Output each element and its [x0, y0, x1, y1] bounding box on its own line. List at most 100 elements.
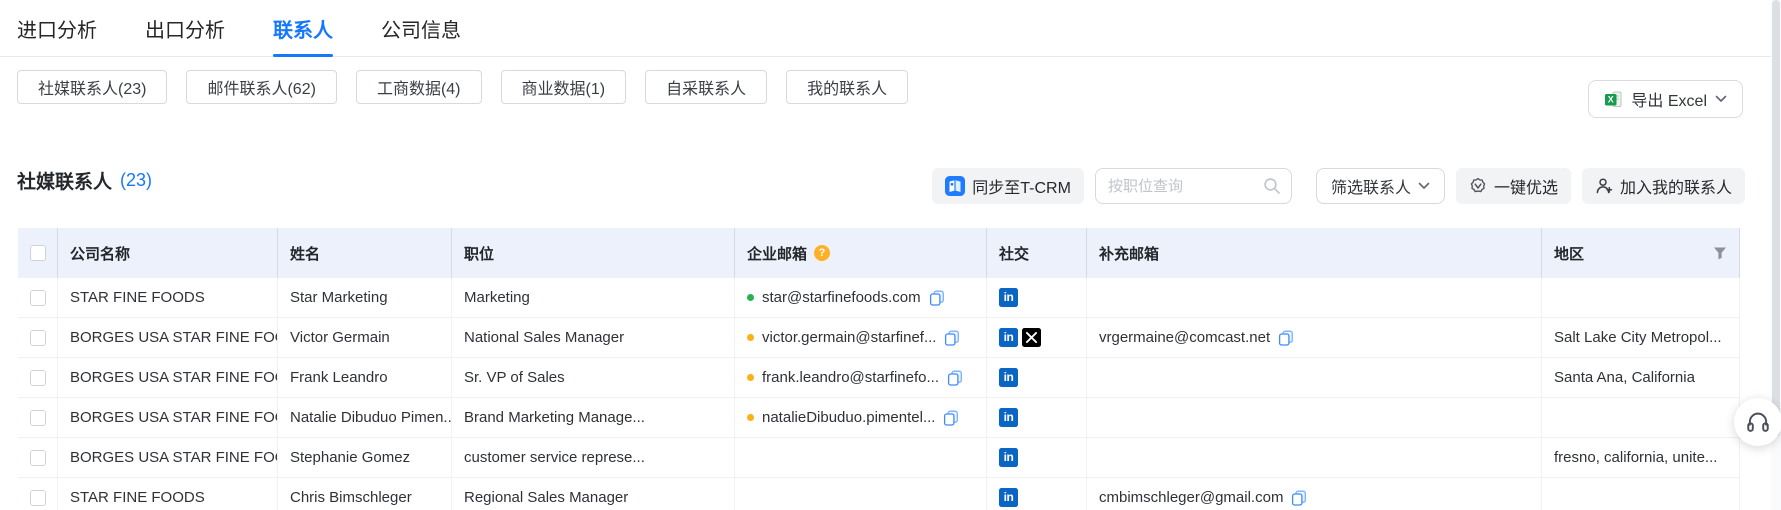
- cell-social: in: [987, 278, 1087, 317]
- row-checkbox[interactable]: [30, 290, 46, 306]
- cell-title: Regional Sales Manager: [452, 478, 735, 510]
- cell-email: [735, 478, 987, 510]
- cell-email: frank.leandro@starfinefo...: [735, 358, 987, 397]
- filter-button-1[interactable]: 邮件联系人(62): [186, 70, 336, 104]
- tab-2[interactable]: 联系人: [273, 0, 333, 56]
- tab-3[interactable]: 公司信息: [381, 0, 461, 56]
- filter-button-3[interactable]: 商业数据(1): [501, 70, 627, 104]
- cell-company: BORGES USA STAR FINE FOODS: [58, 358, 278, 397]
- table-row: STAR FINE FOODS Star Marketing Marketing…: [18, 278, 1740, 318]
- column-header-email: 企业邮箱 ?: [735, 228, 987, 278]
- linkedin-icon[interactable]: in: [999, 448, 1018, 467]
- cell-name: Natalie Dibuduo Pimen...: [278, 398, 452, 437]
- cell-title: customer service represe...: [452, 438, 735, 477]
- search-icon[interactable]: [1263, 177, 1281, 195]
- row-checkbox[interactable]: [30, 450, 46, 466]
- tab-bar: 进口分析出口分析联系人公司信息: [0, 0, 1781, 57]
- column-header-alt-email: 补充邮箱: [1087, 228, 1542, 278]
- cell-company: BORGES USA STAR FINE FOODS: [58, 398, 278, 437]
- one-click-optimize-button[interactable]: 一键优选: [1456, 168, 1571, 204]
- customer-service-button[interactable]: [1734, 398, 1781, 446]
- table-row: STAR FINE FOODS Chris Bimschleger Region…: [18, 478, 1740, 510]
- export-excel-button[interactable]: X 导出 Excel: [1588, 80, 1743, 118]
- select-all-checkbox[interactable]: [30, 245, 46, 261]
- cell-email: [735, 438, 987, 477]
- linkedin-icon[interactable]: in: [999, 368, 1018, 387]
- search-input[interactable]: [1106, 177, 1263, 196]
- chevron-down-icon: [1418, 182, 1430, 190]
- row-checkbox[interactable]: [30, 370, 46, 386]
- row-checkbox[interactable]: [30, 410, 46, 426]
- alt-email-text: cmbimschleger@gmail.com: [1099, 489, 1283, 506]
- linkedin-icon[interactable]: in: [999, 328, 1018, 347]
- section-title-text: 社媒联系人: [17, 167, 112, 194]
- scrollbar-thumb[interactable]: [1772, 0, 1780, 437]
- cell-region: [1542, 398, 1740, 437]
- cell-alt-email: [1087, 278, 1542, 317]
- cell-region: [1542, 478, 1740, 510]
- excel-icon: X: [1604, 90, 1623, 109]
- column-header-company: 公司名称: [58, 228, 278, 278]
- cell-company: STAR FINE FOODS: [58, 478, 278, 510]
- copy-icon[interactable]: [929, 290, 945, 306]
- cell-email: star@starfinefoods.com: [735, 278, 987, 317]
- filter-funnel-icon[interactable]: [1713, 246, 1727, 260]
- cell-email: natalieDibuduo.pimentel...: [735, 398, 987, 437]
- filter-button-5[interactable]: 我的联系人: [786, 70, 908, 104]
- filter-button-0[interactable]: 社媒联系人(23): [17, 70, 167, 104]
- copy-icon[interactable]: [1291, 490, 1307, 506]
- filter-button-4[interactable]: 自采联系人: [645, 70, 767, 104]
- filter-button-2[interactable]: 工商数据(4): [356, 70, 482, 104]
- linkedin-icon[interactable]: in: [999, 288, 1018, 307]
- tab-1[interactable]: 出口分析: [145, 0, 225, 56]
- sync-tcrm-button[interactable]: 同步至T-CRM: [932, 168, 1084, 204]
- filter-contacts-dropdown[interactable]: 筛选联系人: [1316, 168, 1445, 204]
- cell-company: BORGES USA STAR FINE FOODS: [58, 438, 278, 477]
- linkedin-icon[interactable]: in: [999, 408, 1018, 427]
- cell-company: BORGES USA STAR FINE FOODS: [58, 318, 278, 357]
- cell-alt-email: [1087, 358, 1542, 397]
- copy-icon[interactable]: [1278, 330, 1294, 346]
- table-row: BORGES USA STAR FINE FOODS Natalie Dibud…: [18, 398, 1740, 438]
- chevron-down-icon: [1715, 95, 1727, 103]
- email-status-dot: [747, 414, 754, 421]
- cell-alt-email: vrgermaine@comcast.net: [1087, 318, 1542, 357]
- email-status-dot: [747, 374, 754, 381]
- copy-icon[interactable]: [947, 370, 963, 386]
- email-text: victor.germain@starfinef...: [762, 329, 936, 346]
- table-body: STAR FINE FOODS Star Marketing Marketing…: [18, 278, 1740, 510]
- email-status-dot: [747, 334, 754, 341]
- table-row: BORGES USA STAR FINE FOODS Frank Leandro…: [18, 358, 1740, 398]
- copy-icon[interactable]: [944, 330, 960, 346]
- column-header-region: 地区: [1542, 228, 1740, 278]
- export-excel-label: 导出 Excel: [1631, 87, 1707, 111]
- table-header: 公司名称 姓名 职位 企业邮箱 ? 社交 补充邮箱 地区: [18, 228, 1740, 278]
- email-text: natalieDibuduo.pimentel...: [762, 409, 935, 426]
- section-count: (23): [120, 170, 152, 191]
- contacts-page: 进口分析出口分析联系人公司信息 社媒联系人(23)邮件联系人(62)工商数据(4…: [0, 0, 1781, 510]
- cell-region: Salt Lake City Metropol...: [1542, 318, 1740, 357]
- section-title: 社媒联系人 (23): [17, 167, 152, 194]
- cell-name: Victor Germain: [278, 318, 452, 357]
- cell-region: Santa Ana, California: [1542, 358, 1740, 397]
- cell-title: National Sales Manager: [452, 318, 735, 357]
- add-to-my-contacts-label: 加入我的联系人: [1620, 174, 1732, 198]
- add-to-my-contacts-button[interactable]: 加入我的联系人: [1582, 168, 1745, 204]
- tcrm-logo-icon: [945, 176, 965, 196]
- email-text: star@starfinefoods.com: [762, 289, 921, 306]
- cell-company: STAR FINE FOODS: [58, 278, 278, 317]
- help-icon[interactable]: ?: [814, 245, 830, 261]
- copy-icon[interactable]: [943, 410, 959, 426]
- row-checkbox[interactable]: [30, 330, 46, 346]
- row-checkbox[interactable]: [30, 490, 46, 506]
- cell-title: Sr. VP of Sales: [452, 358, 735, 397]
- linkedin-icon[interactable]: in: [999, 488, 1018, 507]
- cell-name: Stephanie Gomez: [278, 438, 452, 477]
- cell-alt-email: [1087, 398, 1542, 437]
- one-click-optimize-label: 一键优选: [1494, 174, 1558, 198]
- cell-name: Chris Bimschleger: [278, 478, 452, 510]
- x-icon[interactable]: [1022, 328, 1041, 347]
- tab-0[interactable]: 进口分析: [17, 0, 97, 56]
- filter-contacts-label: 筛选联系人: [1331, 174, 1411, 198]
- cell-title: Marketing: [452, 278, 735, 317]
